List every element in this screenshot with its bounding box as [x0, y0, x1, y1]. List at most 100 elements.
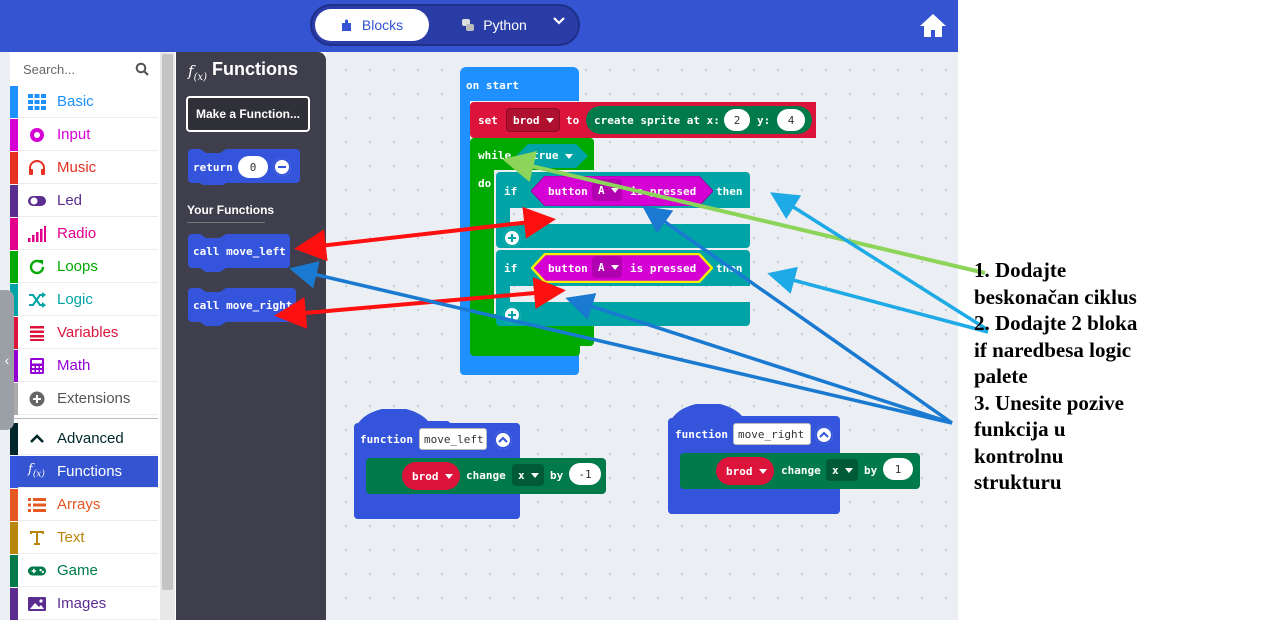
minus-circle-icon[interactable]	[273, 158, 291, 176]
while-label: while	[478, 149, 512, 162]
collapse-toolbox-handle[interactable]: ‹	[0, 290, 14, 430]
category-images[interactable]: Images	[10, 588, 158, 620]
sprite-variable-left[interactable]: brod	[402, 462, 460, 490]
add-else-button-2[interactable]	[503, 306, 521, 324]
gamepad-icon	[28, 566, 46, 576]
dropdown-arrow-icon	[444, 473, 453, 479]
return-value-input[interactable]: 0	[238, 156, 268, 178]
functions-flyout: f(x) Functions Make a Function... return…	[176, 52, 326, 620]
blocks-mode-button[interactable]: Blocks	[315, 9, 429, 41]
python-mode-label: Python	[483, 17, 527, 33]
instruction-line: palete	[974, 364, 1028, 388]
list-lines-icon	[30, 326, 44, 341]
if-label-1: if	[504, 185, 518, 198]
category-loops[interactable]: Loops	[10, 251, 158, 283]
category-text[interactable]: Text	[10, 522, 158, 554]
category-arrays[interactable]: Arrays	[10, 489, 158, 521]
grid-icon	[28, 94, 46, 110]
search-input[interactable]	[13, 61, 123, 77]
add-else-button-1[interactable]	[503, 229, 521, 247]
variable-name: brod	[513, 113, 540, 127]
home-icon	[920, 14, 946, 37]
do-label: do	[478, 177, 492, 190]
category-basic[interactable]: Basic	[10, 86, 158, 118]
true-value: true	[532, 149, 559, 162]
instructions-panel: 1. Dodajte beskonačan ciklus 2. Dodajte …	[974, 257, 1214, 496]
dropdown-arrow-icon	[610, 187, 619, 193]
true-dropdown[interactable]: true	[532, 149, 573, 162]
create-sprite-label: create sprite at x:	[594, 114, 720, 127]
button-label-1: button	[548, 185, 588, 198]
expand-function-button-right[interactable]	[815, 426, 833, 444]
category-music[interactable]: Music	[10, 152, 158, 184]
return-label: return	[193, 161, 233, 174]
on-start-label: on start	[466, 79, 519, 92]
toolbox: Basic Input Music Led Radio Loops Logic …	[10, 52, 160, 620]
category-label: Math	[57, 357, 91, 374]
is-pressed-label-2: is pressed	[630, 262, 697, 275]
category-label: Functions	[57, 463, 123, 480]
category-variables[interactable]: Variables	[10, 317, 158, 349]
blocks-workspace[interactable]: on start set brod to create sprite at x:…	[326, 52, 958, 620]
category-extensions[interactable]: Extensions	[10, 383, 158, 415]
sprite-x-input[interactable]: 2	[724, 109, 750, 131]
call-move-right-label: call move_right	[193, 299, 293, 312]
dropdown-arrow-icon	[610, 264, 619, 270]
sprite-variable-right[interactable]: brod	[716, 457, 774, 485]
button-value-1: A	[598, 183, 605, 197]
calculator-icon	[30, 358, 44, 374]
category-label: Logic	[57, 291, 93, 308]
category-game[interactable]: Game	[10, 555, 158, 587]
category-functions[interactable]: f(x) Functions	[10, 456, 158, 488]
instruction-line: 3. Unesite pozive	[974, 390, 1124, 415]
dropdown-arrow-icon	[530, 472, 539, 478]
plus-circle-icon	[503, 229, 521, 247]
make-function-button[interactable]: Make a Function...	[186, 96, 310, 132]
python-mode-button[interactable]: Python	[444, 9, 544, 41]
category-color-bar	[10, 522, 18, 554]
category-advanced[interactable]: Advanced	[10, 423, 158, 455]
plus-circle-icon	[29, 391, 45, 407]
change-label-right: change	[781, 464, 821, 477]
scrollbar-thumb[interactable]	[162, 54, 173, 590]
button-select-2[interactable]: A	[592, 256, 622, 278]
y-label: y:	[757, 114, 771, 127]
variable-dropdown[interactable]: brod	[506, 108, 560, 132]
home-button[interactable]	[918, 11, 948, 39]
top-bar: Blocks Python	[0, 0, 958, 52]
toolbox-divider	[10, 418, 158, 419]
category-label: Basic	[57, 93, 94, 110]
category-radio[interactable]: Radio	[10, 218, 158, 250]
category-label: Loops	[57, 258, 98, 275]
dropdown-arrow-icon	[844, 467, 853, 473]
axis-dropdown-right[interactable]: x	[826, 459, 858, 481]
by-label-left: by	[550, 469, 564, 482]
search-icon[interactable]	[135, 62, 149, 76]
category-input[interactable]: Input	[10, 119, 158, 151]
set-label: set	[478, 114, 498, 127]
axis-dropdown-left[interactable]: x	[512, 464, 544, 486]
sprite-y-input[interactable]: 4	[777, 109, 805, 131]
blocks-mode-label: Blocks	[361, 17, 404, 33]
chevron-down-icon[interactable]	[552, 14, 566, 33]
category-color-bar	[10, 588, 18, 620]
category-math[interactable]: Math	[10, 350, 158, 382]
toolbox-scrollbar[interactable]	[160, 52, 175, 620]
button-select-1[interactable]: A	[592, 179, 622, 201]
change-amount-input-left[interactable]: -1	[569, 463, 601, 485]
category-color-bar	[10, 119, 18, 151]
category-color-bar	[10, 86, 18, 118]
category-led[interactable]: Led	[10, 185, 158, 217]
if-label-2: if	[504, 262, 518, 275]
python-logo-icon	[462, 19, 475, 31]
function-name-input-right[interactable]: move_right	[733, 423, 811, 445]
category-label: Game	[57, 562, 98, 579]
expand-function-button-left[interactable]	[494, 431, 512, 449]
category-logic[interactable]: Logic	[10, 284, 158, 316]
category-label: Radio	[57, 225, 97, 242]
image-icon	[28, 597, 46, 611]
change-amount-input-right[interactable]: 1	[883, 458, 913, 480]
category-color-bar	[10, 251, 18, 283]
search-box	[13, 56, 157, 82]
function-name-input-left[interactable]: move_left	[419, 428, 487, 450]
